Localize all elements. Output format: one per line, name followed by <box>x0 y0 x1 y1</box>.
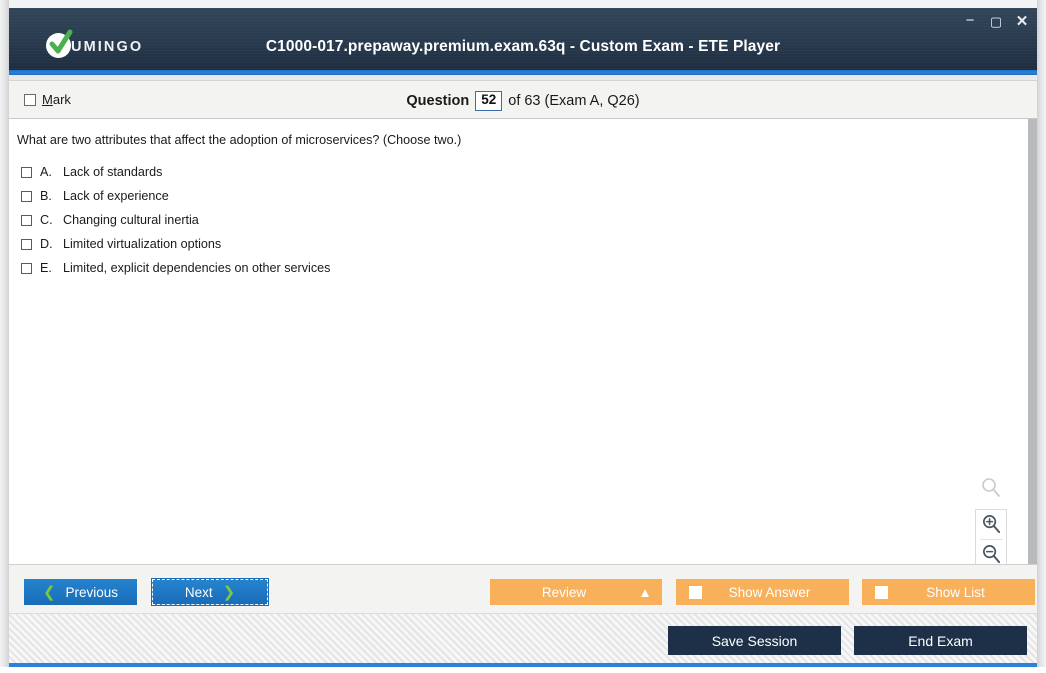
answer-letter-c: C. <box>40 213 53 227</box>
answer-letter-a: A. <box>40 165 52 179</box>
magnifier-plus-glyph <box>982 515 1000 534</box>
zoom-controls <box>974 477 1008 564</box>
answer-text-e: Limited, explicit dependencies on other … <box>63 261 331 275</box>
title-accent-rule <box>9 70 1037 75</box>
answer-letter-d: D. <box>40 237 53 251</box>
maximize-icon[interactable]: ▢ <box>989 14 1003 28</box>
show-list-checkbox[interactable] <box>875 585 888 599</box>
ete-player-window: UMINGO C1000-017.prepaway.premium.exam.6… <box>0 0 1046 673</box>
navigation-bar: ❮ Previous Next ❯ Review ▲ Show Answer S… <box>9 564 1037 613</box>
question-word-label: Question <box>406 93 470 109</box>
answer-text-a: Lack of standards <box>63 165 163 179</box>
chevron-left-icon: ❮ <box>42 583 56 601</box>
minimize-icon[interactable]: − <box>963 13 977 28</box>
answer-text-b: Lack of experience <box>63 189 169 203</box>
answer-checkbox-c[interactable] <box>21 215 32 226</box>
answer-letter-e: E. <box>40 261 52 275</box>
question-header-bar: Mark Question 52 of 63 (Exam A, Q26) <box>9 80 1037 119</box>
review-button-label: Review <box>541 584 587 600</box>
brand-wordmark: UMINGO <box>71 38 144 55</box>
question-content-pane: What are two attributes that affect the … <box>9 119 1037 564</box>
window-frame-right <box>1037 0 1046 673</box>
save-session-button[interactable]: Save Session <box>668 626 841 655</box>
question-number-input[interactable]: 52 <box>475 91 503 111</box>
window-controls: − ▢ ✕ <box>963 13 1029 29</box>
answer-option-b[interactable]: B. Lack of experience <box>21 189 1018 213</box>
magnifier-minus-icon[interactable] <box>975 540 1007 564</box>
magnifier-icon[interactable] <box>980 477 1002 504</box>
answer-text-c: Changing cultural inertia <box>63 213 199 227</box>
show-list-button[interactable]: Show List <box>862 579 1035 605</box>
question-total-label: of 63 (Exam A, Q26) <box>508 93 640 109</box>
window-title: C1000-017.prepaway.premium.exam.63q - Cu… <box>265 38 781 55</box>
window-frame-top <box>0 0 1046 8</box>
close-icon[interactable]: ✕ <box>1015 14 1029 29</box>
magnifier-minus-glyph <box>982 545 1000 564</box>
show-answer-button[interactable]: Show Answer <box>676 579 849 605</box>
zoom-button-group <box>975 509 1007 564</box>
answer-text-d: Limited virtualization options <box>63 237 222 251</box>
answer-checkbox-a[interactable] <box>21 167 32 178</box>
review-button[interactable]: Review ▲ <box>490 579 662 605</box>
question-counter: Question 52 of 63 (Exam A, Q26) <box>9 90 1037 112</box>
answer-option-c[interactable]: C. Changing cultural inertia <box>21 213 1018 237</box>
previous-button-label: Previous <box>65 584 119 600</box>
window-frame-left <box>0 0 9 673</box>
chevron-right-icon: ❯ <box>222 583 236 601</box>
magnifier-plus-icon[interactable] <box>975 510 1007 539</box>
show-answer-label: Show Answer <box>728 584 811 600</box>
next-button-label: Next <box>184 584 213 600</box>
answer-checkbox-e[interactable] <box>21 263 32 274</box>
below-window-strip <box>0 667 1046 673</box>
end-exam-button[interactable]: End Exam <box>854 626 1027 655</box>
answer-checkbox-d[interactable] <box>21 239 32 250</box>
show-answer-checkbox[interactable] <box>689 585 702 599</box>
answer-options-list: A. Lack of standards B. Lack of experien… <box>21 165 1018 285</box>
answer-option-e[interactable]: E. Limited, explicit dependencies on oth… <box>21 261 1018 285</box>
answer-letter-b: B. <box>40 189 52 203</box>
chevron-up-icon[interactable]: ▲ <box>628 585 662 600</box>
footer-bar: Save Session End Exam <box>9 613 1037 665</box>
answer-option-a[interactable]: A. Lack of standards <box>21 165 1018 189</box>
magnifier-glyph <box>982 478 1000 497</box>
answer-option-d[interactable]: D. Limited virtualization options <box>21 237 1018 261</box>
next-button[interactable]: Next ❯ <box>151 578 269 606</box>
previous-button[interactable]: ❮ Previous <box>24 579 137 605</box>
answer-checkbox-b[interactable] <box>21 191 32 202</box>
title-bar: UMINGO C1000-017.prepaway.premium.exam.6… <box>9 8 1037 72</box>
show-list-label: Show List <box>926 584 985 600</box>
brand-logo: UMINGO <box>46 29 144 58</box>
question-stem: What are two attributes that affect the … <box>17 133 462 147</box>
